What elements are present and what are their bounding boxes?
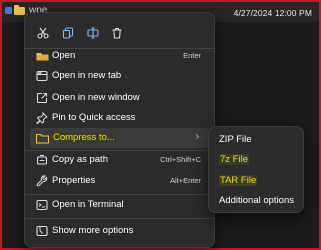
- folder-open-icon: [35, 49, 49, 63]
- menu-item-label: Pin to Quick access: [52, 112, 136, 123]
- new-window-icon: [35, 91, 49, 105]
- menu-item-label: Open in new window: [52, 92, 140, 103]
- copy-path-icon: [35, 153, 49, 167]
- shortcut-text: Alt+Enter: [169, 176, 201, 185]
- menu-item-copy-as-path[interactable]: Copy as path Ctrl+Shift+C: [30, 150, 209, 170]
- copy-icon[interactable]: [58, 23, 78, 43]
- menu-item-properties[interactable]: Properties Alt+Enter: [30, 171, 209, 191]
- submenu-item-additional-options[interactable]: Additional options: [219, 195, 294, 206]
- menu-item-open-new-tab[interactable]: Open in new tab: [30, 66, 209, 86]
- menu-item-show-more-options[interactable]: Show more options: [30, 221, 209, 241]
- menu-item-label: Open in Terminal: [52, 199, 124, 210]
- new-tab-icon: [35, 69, 49, 83]
- terminal-icon: [35, 198, 49, 212]
- menu-item-open-terminal[interactable]: Open in Terminal: [30, 195, 209, 215]
- shortcut-text: Enter: [183, 51, 201, 60]
- menu-item-compress-to[interactable]: Compress to... ›: [30, 128, 209, 148]
- shortcut-text: Ctrl+Shift+C: [160, 155, 201, 164]
- submenu-item-7z[interactable]: 7z File: [219, 154, 249, 165]
- menu-item-open-new-window[interactable]: Open in new window: [30, 88, 209, 108]
- menu-item-label: Copy as path: [52, 154, 108, 165]
- more-options-icon: [35, 224, 49, 238]
- quick-actions-row: [25, 21, 214, 45]
- separator: [25, 218, 214, 219]
- menu-item-pin-quick-access[interactable]: Pin to Quick access: [30, 108, 209, 128]
- scissors-icon[interactable]: [33, 23, 53, 43]
- submenu-item-zip[interactable]: ZIP File: [219, 134, 252, 145]
- date-modified: 4/27/2024 12:00 PM: [233, 8, 312, 18]
- menu-item-label: Open in new tab: [52, 70, 122, 81]
- menu-item-label: Properties: [52, 175, 96, 186]
- trash-icon[interactable]: [107, 23, 127, 43]
- submenu-item-tar[interactable]: TAR File: [219, 175, 258, 186]
- menu-item-label: Open: [52, 50, 76, 61]
- menu-item-label: Compress to...: [52, 132, 116, 143]
- menu-item-label: Show more options: [52, 225, 134, 236]
- compress-submenu: ZIP File 7z File TAR File Additional opt…: [208, 126, 304, 213]
- chevron-right-icon: ›: [195, 131, 199, 142]
- context-menu: Open Enter Open in new tab Open in new w…: [24, 12, 215, 248]
- menu-item-open[interactable]: Open Enter: [30, 46, 209, 66]
- wrench-icon: [35, 174, 49, 188]
- folder-icon: [14, 5, 25, 15]
- rename-icon[interactable]: [83, 23, 103, 43]
- zip-folder-icon: [35, 131, 49, 145]
- pin-icon: [35, 111, 49, 125]
- checkbox-icon[interactable]: [5, 7, 12, 14]
